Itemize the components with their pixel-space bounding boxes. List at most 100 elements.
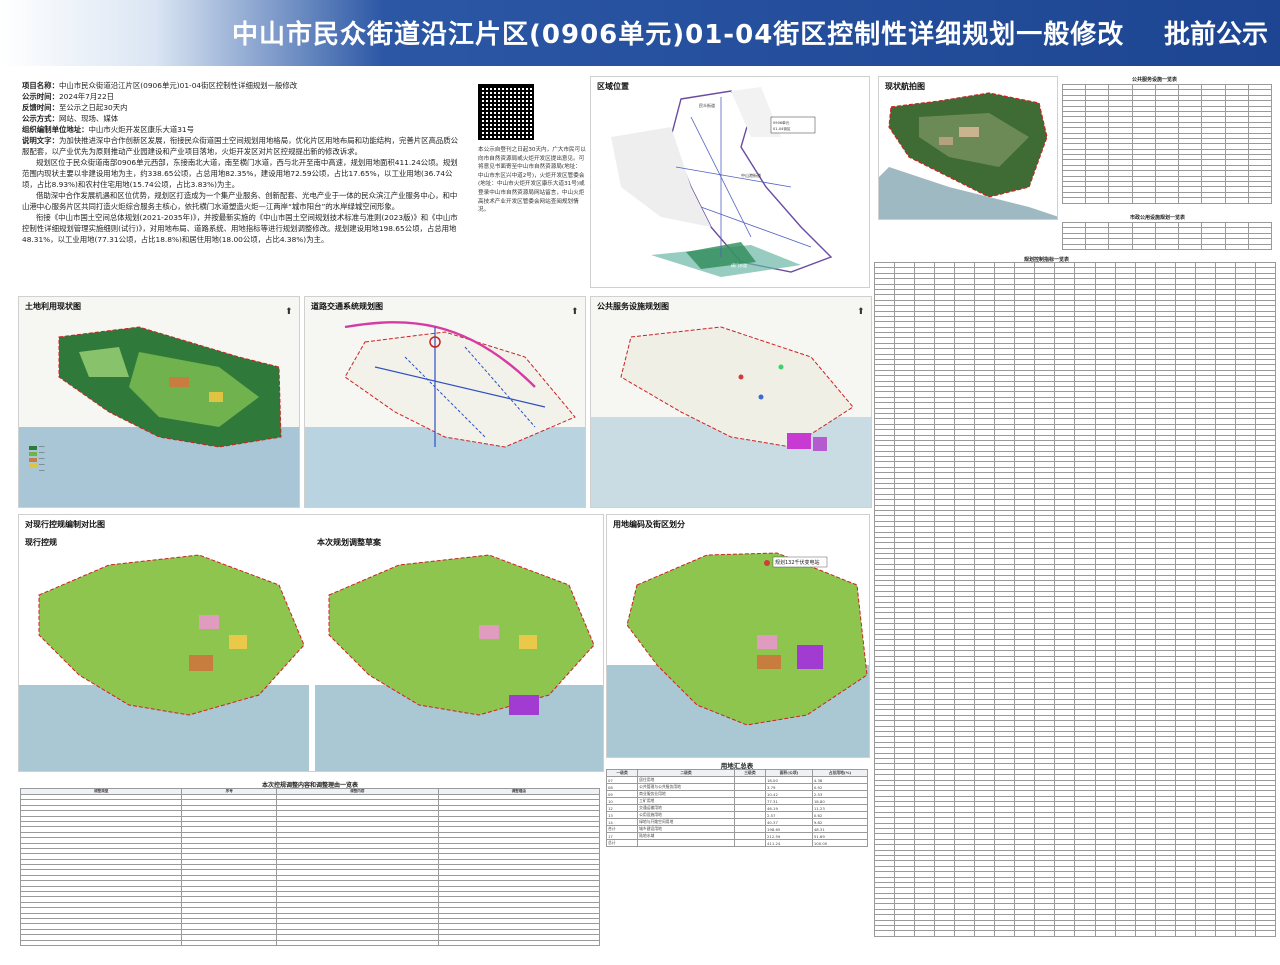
table-cell — [1234, 930, 1256, 937]
project-label: 项目名称： — [22, 81, 59, 90]
facility-table — [1062, 83, 1272, 204]
cell: 陆地水域 — [637, 832, 735, 840]
table-cell — [1114, 930, 1136, 937]
public-service-title: 公共服务设施规划图 — [597, 302, 669, 311]
cell: 08 — [606, 783, 639, 791]
table-cell — [974, 930, 996, 937]
table-cell — [1247, 243, 1272, 250]
qr-code[interactable] — [478, 84, 534, 140]
location-label-1: 民众街道 — [699, 102, 715, 108]
cell: 10 — [606, 797, 639, 805]
qr-note: 本公示自登刊之日起30天内，广大市民可以向市自然资源局或火炬开发区提出意见。可将… — [478, 147, 586, 214]
facility-table-title: 公共服务设施一览表 — [1132, 77, 1178, 83]
aerial-title: 现状航拍图 — [885, 82, 925, 91]
cell: 13 — [606, 811, 639, 819]
location-label-5: 横门水道 — [731, 262, 747, 268]
table-cell — [1154, 930, 1176, 937]
table-cell — [1154, 197, 1180, 204]
cell: 46.19 — [765, 804, 813, 812]
cell: 0.92 — [811, 783, 868, 791]
location-map: 民众街道 中山港街道 0906单元 01-04街区 横门水道 — [611, 87, 833, 277]
cell: 4.38 — [811, 776, 868, 784]
table-cell — [954, 930, 976, 937]
table-cell — [1131, 243, 1156, 250]
table-cell — [1074, 930, 1096, 937]
substation-tag: 规划132千伏变电站 — [775, 559, 820, 566]
current-plan-map — [19, 554, 309, 771]
summary-col-3: 三级类 — [733, 769, 767, 777]
page-title: 中山市民众街道沿江片区(0906单元)01-04街区控制性详细规划一般修改 — [232, 20, 1125, 50]
summary-col-1: 一级类 — [606, 769, 639, 777]
table-cell — [1062, 243, 1087, 250]
desc-paragraph-4: 衔接《中山市国土空间总体规划(2021-2035年)》，并按最新实施的《中山市国… — [22, 213, 458, 244]
table-row: 总计 411.24 100.00 — [606, 839, 868, 847]
cell: 411.24 — [765, 839, 813, 847]
table-row — [1062, 243, 1272, 250]
table-cell — [1201, 197, 1226, 204]
table-cell — [1194, 930, 1216, 937]
cell: 40.37 — [765, 818, 813, 826]
cell: 18.00 — [765, 776, 813, 784]
table-cell — [1085, 243, 1110, 250]
cell: 合计 — [606, 825, 639, 833]
table-row: 14 绿地与开敞空间用地 40.37 9.82 — [606, 818, 868, 826]
table-row: 10 工矿用地 77.31 18.80 — [606, 797, 868, 805]
method-row: 公示方式：网站、现场、媒体 — [22, 113, 462, 124]
date-row: 公示时间：2024年7月22日 — [22, 91, 462, 102]
public-service-map — [591, 326, 871, 507]
compare-maps — [19, 554, 603, 771]
summary-table-panel: 用地汇总表 一级类 二级类 三级类 面积(公顷) 占总用地(%) 07 居住用地 1… — [606, 760, 868, 958]
date-value: 2024年7月22日 — [58, 92, 115, 101]
desc-text-1: 为加快推进深中合作创新区发展，衔接民众街道国土空间规划用地格局，优化片区用地布局… — [22, 136, 459, 156]
current-plan-title: 现行控规 — [25, 538, 57, 547]
table-cell — [1174, 930, 1196, 937]
facility-table-panel: 公共服务设施一览表 — [1062, 76, 1272, 224]
status-badge: 批前公示 — [1163, 20, 1268, 50]
cell: 14 — [606, 818, 639, 826]
table-cell — [437, 939, 600, 946]
table-cell — [1108, 197, 1133, 204]
table-cell — [934, 930, 956, 937]
cell: 09 — [606, 790, 639, 798]
table-cell — [994, 930, 1016, 937]
adjust-plan-title: 本次规划调整草案 — [317, 538, 381, 547]
table-cell — [894, 930, 916, 937]
project-row: 项目名称：中山市民众街道沿江片区(0906单元)01-04街区控制性详细规划一般… — [22, 80, 462, 91]
control-index-table — [874, 261, 1276, 937]
parcel-map: 规划132千伏变电站 — [607, 552, 869, 757]
utility-table-title: 市政公用设施规划一览表 — [1130, 215, 1186, 221]
method-label: 公示方式： — [22, 114, 59, 123]
table-row: 09 商业服务业用地 10.42 2.53 — [606, 790, 868, 798]
table-cell — [874, 930, 896, 937]
summary-table-title: 用地汇总表 — [720, 762, 754, 770]
land-use-title: 土地利用现状图 — [25, 302, 81, 311]
cell: 交通运输用地 — [637, 804, 735, 812]
summary-table: 一级类 二级类 三级类 面积(公顷) 占总用地(%) 07 居住用地 18.00 4.… — [606, 769, 868, 847]
location-panel: 区域位置 民众街道 中山港街道 0906单元 01-04街区 横门水道 — [590, 76, 870, 288]
cell: 工矿用地 — [637, 797, 735, 805]
table-cell — [181, 939, 278, 946]
compare-panel: 对现行控规编制对比图 现行控规 本次规划调整草案 — [18, 514, 604, 772]
page-header: 中山市民众街道沿江片区(0906单元)01-04街区控制性详细规划一般修改 批前… — [0, 0, 1280, 66]
table-cell — [1085, 197, 1110, 204]
summary-col-5: 占总用地(%) — [811, 769, 868, 777]
parcel-title: 用地编码及街区划分 — [613, 520, 685, 529]
table-cell — [1224, 243, 1249, 250]
cell: 18.80 — [811, 797, 868, 805]
cell: 公用设施用地 — [637, 811, 735, 819]
table-cell — [1247, 197, 1272, 204]
aerial-map — [879, 92, 1057, 219]
road-panel: 道路交通系统规划图 ⬆ — [304, 296, 586, 508]
table-cell — [1131, 197, 1156, 204]
table-row: 合计 城乡建设用地 198.65 48.31 — [606, 825, 868, 833]
cell: 10.42 — [765, 790, 813, 798]
table-cell — [1178, 197, 1203, 204]
table-row: 12 交通运输用地 46.19 11.23 — [606, 804, 868, 812]
cell: 07 — [606, 776, 639, 784]
table-row: 07 居住用地 18.00 4.38 — [606, 776, 868, 784]
north-arrow-icon: ⬆ — [571, 307, 579, 317]
table-cell — [1108, 243, 1133, 250]
north-arrow-icon: ⬆ — [857, 307, 865, 317]
date-label: 公示时间： — [22, 92, 59, 101]
table-cell — [1094, 930, 1116, 937]
